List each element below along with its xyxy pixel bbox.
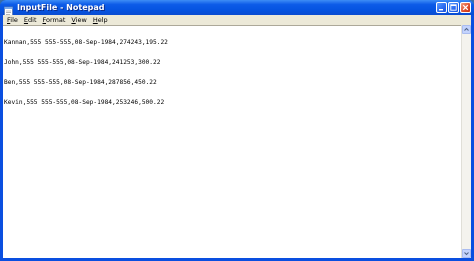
text-line: Kevin,555 555-555,08-Sep-1984,253246,500…: [4, 98, 165, 106]
chevron-up-icon: [464, 27, 469, 31]
minimize-button[interactable]: [436, 2, 447, 13]
menu-file[interactable]: File: [4, 15, 21, 25]
text-line: Ben,555 555-555,08-Sep-1984,287856,450.2…: [4, 78, 157, 86]
close-icon: [462, 4, 469, 11]
menu-bar: File Edit Format View Help: [3, 15, 471, 25]
text-content[interactable]: Kannan,555 555-555,08-Sep-1984,274243,19…: [3, 26, 461, 120]
notepad-icon[interactable]: [3, 2, 14, 17]
minimize-icon: [439, 9, 443, 11]
caption-buttons: [436, 2, 471, 13]
title-bar[interactable]: InputFile - Notepad: [0, 0, 474, 17]
window-title: InputFile - Notepad: [17, 3, 105, 12]
menu-help-label: elp: [97, 16, 108, 24]
text-editor[interactable]: Kannan,555 555-555,08-Sep-1984,274243,19…: [3, 25, 461, 258]
close-button[interactable]: [460, 2, 471, 13]
notepad-window: InputFile - Notepad File Edit Format Vie…: [0, 0, 474, 261]
text-line: John,555 555-555,08-Sep-1984,241253,300.…: [4, 58, 161, 66]
scroll-up-button[interactable]: [462, 25, 471, 34]
menu-edit[interactable]: Edit: [21, 15, 40, 25]
scroll-down-button[interactable]: [462, 249, 471, 258]
menu-view-label: iew: [75, 16, 87, 24]
text-line: Kannan,555 555-555,08-Sep-1984,274243,19…: [4, 39, 168, 47]
chevron-down-icon: [464, 252, 469, 256]
menu-view[interactable]: View: [68, 15, 89, 25]
menu-format-label: ormat: [46, 16, 66, 24]
maximize-button[interactable]: [448, 2, 459, 13]
menu-help[interactable]: Help: [90, 15, 111, 25]
menu-format[interactable]: Format: [40, 15, 69, 25]
maximize-icon: [450, 4, 457, 11]
vertical-scrollbar[interactable]: [461, 25, 471, 258]
window-client-area: File Edit Format View Help Kannan,555 55…: [3, 15, 471, 258]
menu-file-label: ile: [10, 16, 18, 24]
menu-edit-label: dit: [28, 16, 37, 24]
